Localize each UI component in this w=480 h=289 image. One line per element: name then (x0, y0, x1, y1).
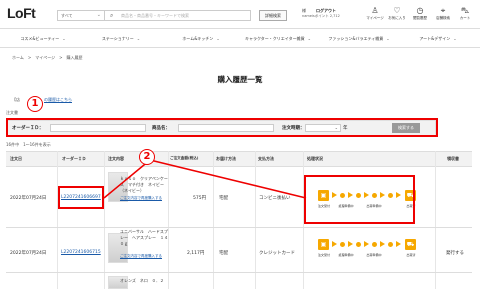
annotation-arrows (103, 159, 307, 199)
annotation-marker-2: 2 (139, 149, 155, 165)
annotation-marker-1: 1 (27, 96, 43, 112)
